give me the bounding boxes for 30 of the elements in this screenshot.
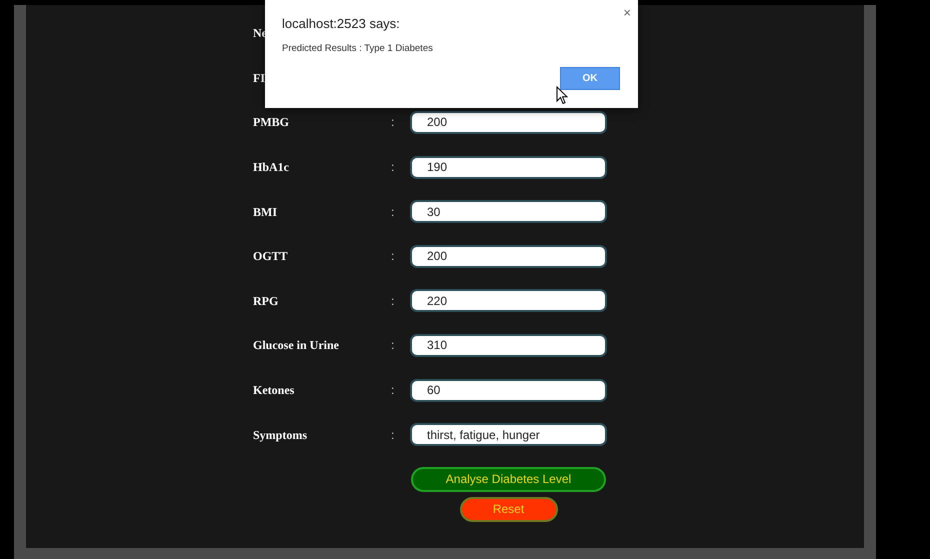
input-field[interactable]: 200 xyxy=(410,110,607,134)
field-label: Glucose in Urine xyxy=(253,337,339,354)
field-label: OGTT xyxy=(253,248,288,266)
colon: : xyxy=(391,114,396,132)
input-field[interactable]: 190 xyxy=(410,156,607,179)
colon: : xyxy=(391,292,396,310)
input-field[interactable]: thirst, fatigue, hunger xyxy=(410,423,607,446)
dialog-message: Predicted Results : Type 1 Diabetes xyxy=(282,42,433,56)
input-field[interactable]: 200 xyxy=(410,244,607,268)
field-label: FI xyxy=(253,70,265,87)
input-field[interactable]: 30 xyxy=(410,200,607,224)
input-field[interactable]: 220 xyxy=(410,289,607,312)
colon: : xyxy=(391,426,396,444)
cursor-icon xyxy=(556,86,568,105)
close-button[interactable]: × xyxy=(623,6,631,19)
field-label: BMI xyxy=(253,204,277,221)
colon: : xyxy=(391,337,396,354)
input-field[interactable]: 310 xyxy=(410,334,607,357)
field-label: RPG xyxy=(253,292,278,310)
colon: : xyxy=(391,248,396,266)
colon: : xyxy=(391,159,396,176)
colon: : xyxy=(391,204,396,221)
colon: : xyxy=(391,382,396,400)
input-field[interactable]: 60 xyxy=(410,378,607,402)
field-label: PMBG xyxy=(253,114,289,132)
field-label: Ketones xyxy=(253,382,294,400)
field-label: Symptoms xyxy=(253,426,308,444)
dialog-title: localhost:2523 says: xyxy=(282,15,400,33)
field-label: HbA1c xyxy=(253,159,289,176)
analyse-button[interactable]: Analyse Diabetes Level xyxy=(411,466,606,492)
